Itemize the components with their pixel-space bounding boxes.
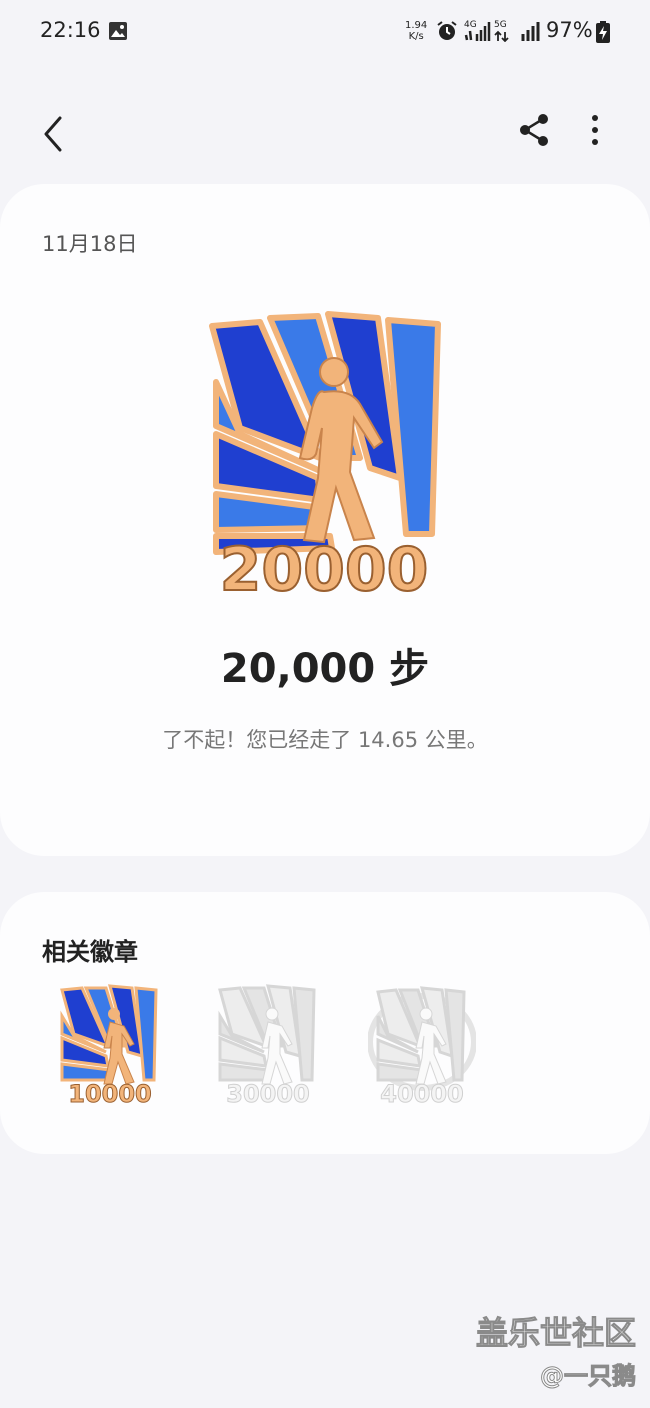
badge-20000-steps-icon: 20000 <box>209 311 441 604</box>
status-time: 22:16 <box>40 18 101 42</box>
gallery-notification-icon <box>109 22 127 40</box>
network-speed: 1.94 K/s <box>405 20 427 42</box>
share-button[interactable] <box>512 108 558 154</box>
network-speed-value: 1.94 <box>405 20 428 31</box>
signal-bars-icon <box>464 22 491 41</box>
related-badge-40000-locked[interactable]: 40000 <box>368 984 476 1110</box>
more-options-button[interactable] <box>574 108 616 154</box>
achievement-card: 11月18日 20000 20,000 步 了不起！您已经走了 14.65 公里… <box>0 184 650 856</box>
more-vertical-icon <box>592 115 598 145</box>
related-badge-30000-locked[interactable]: 30000 <box>214 984 322 1110</box>
share-icon <box>520 114 548 146</box>
chevron-left-icon <box>44 116 62 152</box>
achievement-message: 了不起！您已经走了 14.65 公里。 <box>162 728 488 752</box>
related-badges-card: 相关徽章 10000 30000 40000 <box>0 892 650 1154</box>
related-badge-10000[interactable]: 10000 <box>56 984 164 1110</box>
data-transfer-icon <box>494 30 509 42</box>
related-badge-10000-number: 10000 <box>68 1080 152 1108</box>
signal-strength-icon <box>521 22 540 41</box>
network-5g-indicator: 5G <box>494 20 518 42</box>
watermark-community: 盖乐世社区 <box>475 1314 636 1353</box>
top-action-bar <box>0 96 650 168</box>
related-badges-title: 相关徽章 <box>42 938 138 966</box>
back-button[interactable] <box>30 104 78 160</box>
network-speed-unit: K/s <box>408 31 424 42</box>
network-4g-indicator: 4G <box>464 20 492 42</box>
achievement-date: 11月18日 <box>42 232 138 256</box>
related-badge-40000-number: 40000 <box>380 1080 464 1108</box>
watermark-author: @一只鹅 <box>540 1362 637 1391</box>
steps-count: 20,000 步 <box>220 646 430 692</box>
status-bar: 22:16 1.94 K/s 4G 5G 97% <box>0 0 650 64</box>
badge-main-number: 20000 <box>220 535 429 604</box>
related-badge-30000-number: 30000 <box>226 1080 310 1108</box>
battery-percentage: 97% <box>546 18 593 42</box>
battery-charging-icon <box>596 21 610 43</box>
alarm-icon <box>437 21 457 40</box>
